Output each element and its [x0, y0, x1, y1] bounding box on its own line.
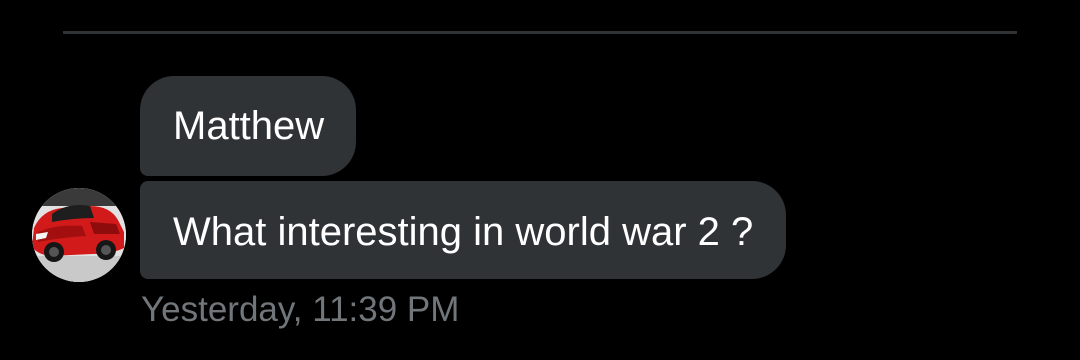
avatar[interactable]: [32, 188, 126, 282]
top-divider: [63, 31, 1017, 34]
message-bubble[interactable]: Matthew: [140, 76, 357, 176]
message-timestamp: Yesterday, 11:39 PM: [141, 290, 460, 329]
red-sports-car-icon: [32, 188, 126, 282]
message-bubble[interactable]: What interesting in world war 2 ?: [140, 181, 787, 279]
